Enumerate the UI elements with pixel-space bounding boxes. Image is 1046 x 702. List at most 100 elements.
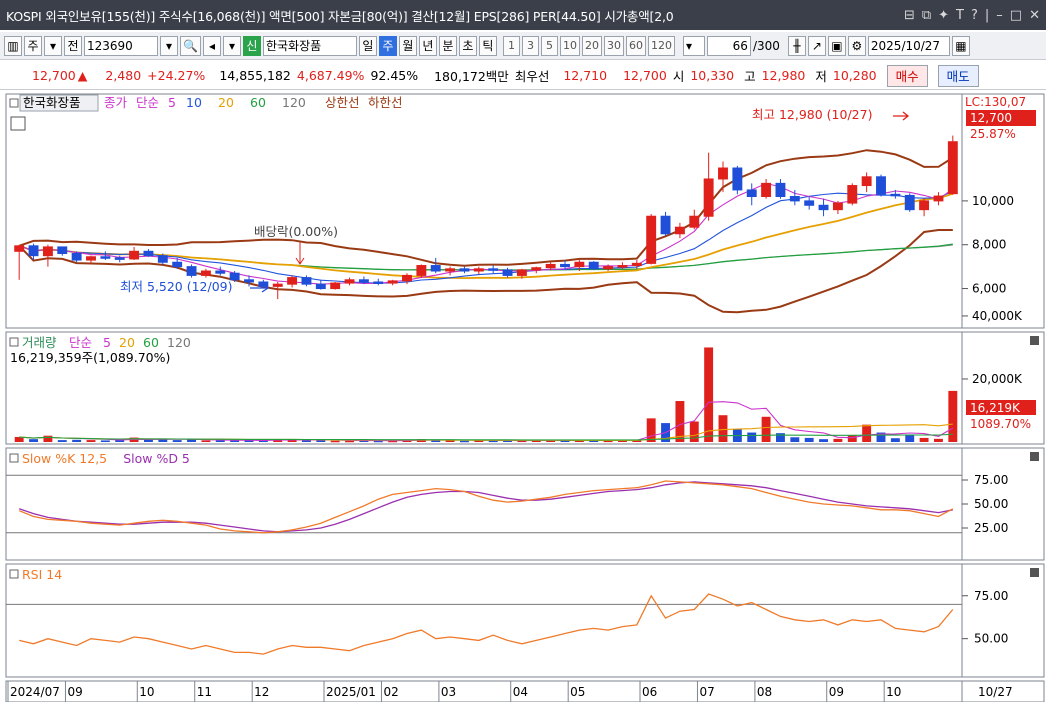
stoch-toggle-icon[interactable] — [9, 453, 19, 463]
candle-style-icon[interactable]: ╫ — [787, 35, 806, 56]
x-label-14: 10 — [886, 685, 901, 699]
volume-bar — [43, 435, 53, 442]
volume-bar — [718, 415, 728, 442]
interval-20[interactable]: 20 — [581, 35, 602, 56]
code-dropdown-icon[interactable]: ▾ — [160, 35, 178, 56]
volume-bar — [847, 435, 857, 442]
view-selector[interactable]: 전 — [64, 35, 82, 56]
tab-3[interactable]: 년 — [418, 35, 437, 56]
x-label-2: 10 — [139, 685, 154, 699]
save-icon[interactable]: ▣ — [827, 35, 846, 56]
turnover-pct: 92.45% — [370, 68, 419, 83]
search-icon[interactable]: 🔍 — [180, 35, 201, 56]
price-legend-6: 120 — [282, 95, 306, 110]
new-stock-badge[interactable]: 신 — [242, 35, 261, 56]
tab-2[interactable]: 월 — [398, 35, 417, 56]
x-label-7: 03 — [441, 685, 456, 699]
volume-bar — [201, 440, 211, 442]
candle-body — [689, 215, 700, 228]
pct-tag: 25.87% — [970, 127, 1016, 141]
interval-3[interactable]: 3 — [521, 35, 539, 56]
volume-tag-pct: 1089.70% — [970, 417, 1031, 431]
candle-body — [660, 215, 671, 235]
period-selector[interactable]: 주 — [24, 35, 42, 56]
price-legend-8: 하한선 — [368, 95, 403, 110]
price-legend-1: 단순 — [136, 95, 159, 110]
layout-icon[interactable]: ⊟ — [904, 8, 915, 23]
pin-icon[interactable]: ✦ — [938, 8, 949, 23]
grid-toggle-icon[interactable] — [10, 116, 26, 131]
tab-5[interactable]: 초 — [458, 35, 477, 56]
rsi-panel-close-icon[interactable] — [1030, 568, 1039, 577]
volume-bar — [646, 418, 656, 442]
interval-120[interactable]: 120 — [647, 35, 675, 56]
stock-code-input[interactable]: 123690 — [84, 35, 158, 56]
candle-body — [28, 245, 39, 257]
rsi-toggle-icon[interactable] — [9, 569, 19, 579]
candle-body — [287, 277, 298, 285]
count-input[interactable]: 66 — [706, 35, 751, 56]
tab-6[interactable]: 틱 — [478, 35, 497, 56]
font-icon[interactable]: T — [956, 8, 964, 23]
candle-body — [703, 178, 714, 217]
date-input[interactable]: 2025/10/27 — [867, 35, 950, 56]
volume-toggle-icon[interactable] — [9, 337, 19, 347]
maximize-icon[interactable]: □ — [1010, 8, 1022, 23]
volume-panel-close-icon[interactable] — [1030, 336, 1039, 345]
trendline-icon[interactable]: ↗ — [807, 35, 826, 56]
interval-30[interactable]: 30 — [603, 35, 624, 56]
trade-amount: 180,172백만 — [434, 69, 509, 84]
help-icon[interactable]: ? — [971, 8, 978, 23]
interval-60[interactable]: 60 — [625, 35, 646, 56]
settings-gear-icon[interactable]: ⚙ — [847, 35, 866, 56]
candle-body — [516, 269, 527, 276]
candle-body — [876, 176, 886, 195]
volume-bar — [776, 433, 785, 442]
candle-body — [416, 265, 427, 276]
interval-dropdown[interactable]: ▾ — [682, 35, 705, 56]
panel-toggle-icon[interactable] — [9, 98, 19, 108]
volume-bar — [890, 438, 900, 442]
best-bid: 12,700 — [623, 68, 667, 83]
calendar-icon[interactable]: ▦ — [951, 35, 970, 56]
candle-body — [488, 268, 499, 271]
candle-body — [545, 263, 556, 269]
interval-1[interactable]: 1 — [502, 35, 520, 56]
volume-tick-label-1: 20,000K — [972, 372, 1023, 386]
candle-body — [761, 182, 772, 198]
stock-chart[interactable]: 한국화장품 종가 단순 5 10 20 60 120 상한선 하한선10,0008,0006,00… — [0, 92, 1046, 702]
high-price: 12,980 — [761, 68, 806, 83]
tab-4[interactable]: 분 — [438, 35, 457, 56]
sound-icon[interactable]: ◂ — [202, 35, 221, 56]
x-label-3: 11 — [197, 685, 212, 699]
popout-icon[interactable]: ⧉ — [922, 8, 931, 23]
minimize-icon[interactable]: – — [996, 8, 1003, 23]
price-legend-5: 60 — [250, 95, 266, 110]
tab-0[interactable]: 일 — [358, 35, 377, 56]
open-label: 시 — [672, 69, 685, 84]
stoch-tick-label-2: 25.00 — [974, 521, 1008, 535]
panel-icon[interactable]: ▥ — [4, 35, 22, 56]
candle-body — [732, 167, 743, 191]
volume-bar — [100, 440, 110, 442]
x-label-4: 12 — [254, 685, 269, 699]
price-legend-2: 5 — [168, 95, 176, 110]
volume-pct: 4,687.49% — [296, 68, 365, 83]
candle-body — [789, 196, 800, 202]
close-icon[interactable]: ✕ — [1029, 8, 1040, 23]
sell-button[interactable]: 매도 — [937, 64, 979, 87]
buy-button[interactable]: 매수 — [886, 64, 928, 87]
volume-bar — [86, 440, 96, 442]
interval-10[interactable]: 10 — [559, 35, 580, 56]
candle-body — [574, 261, 585, 268]
candle-body — [617, 265, 628, 268]
period-dropdown-icon[interactable]: ▾ — [44, 35, 62, 56]
price-change: 2,480 — [105, 68, 142, 83]
stoch-panel-close-icon[interactable] — [1030, 452, 1039, 461]
candle-body — [186, 266, 197, 276]
tab-1[interactable]: 주 — [378, 35, 397, 56]
stock-name-label: 한국화장품 — [23, 95, 81, 110]
stock-name-field[interactable]: 한국화장품 — [262, 35, 357, 56]
interval-5[interactable]: 5 — [540, 35, 558, 56]
sound-dropdown-icon[interactable]: ▾ — [222, 35, 241, 56]
